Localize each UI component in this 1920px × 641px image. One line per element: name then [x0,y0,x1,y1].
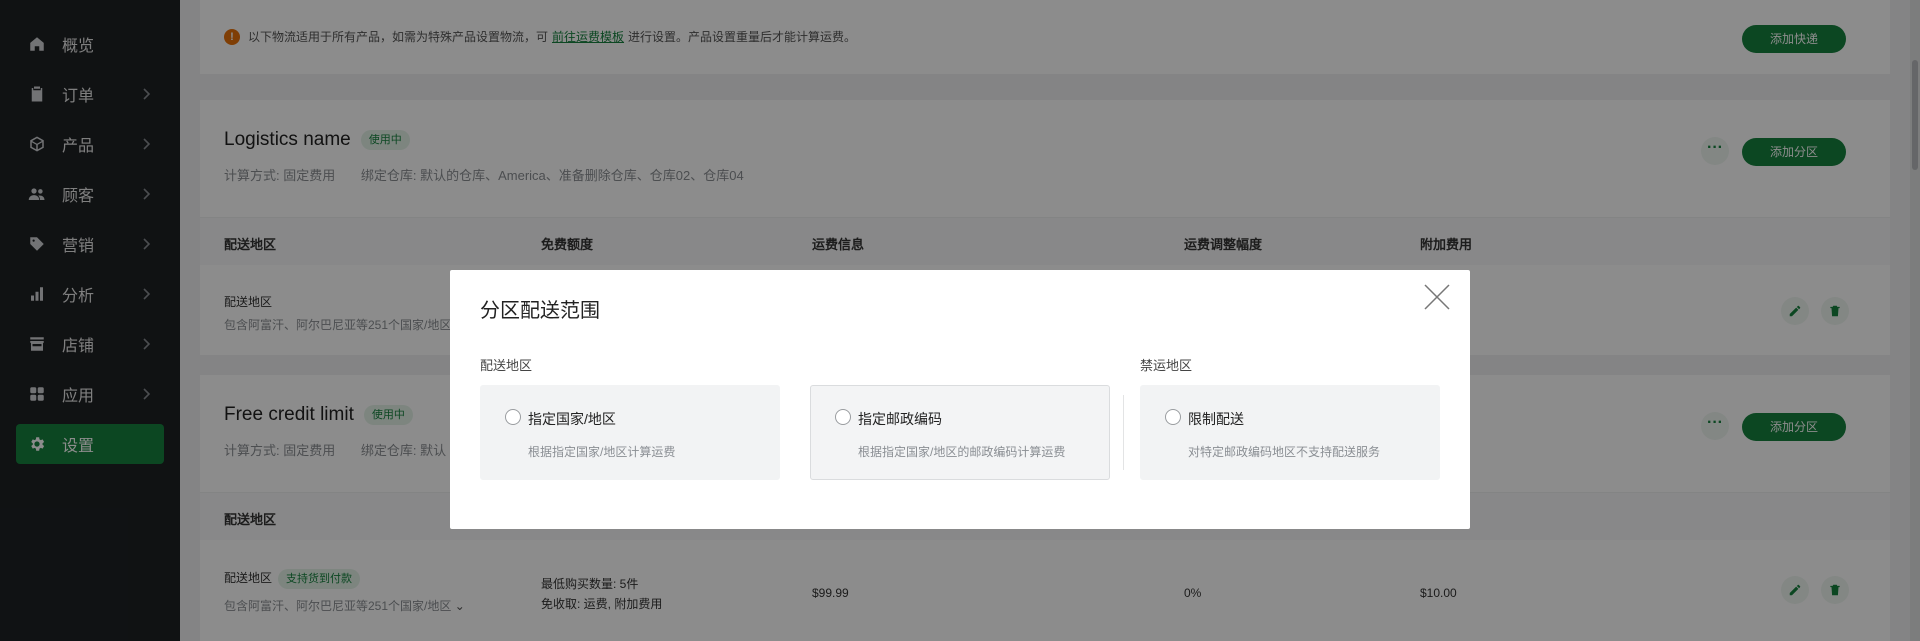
option-title: 指定邮政编码 [858,411,942,427]
option-country-region[interactable]: 指定国家/地区 根据指定国家/地区计算运费 [480,385,780,480]
option-desc: 根据指定国家/地区计算运费 [528,445,676,459]
option-postal-code[interactable]: 指定邮政编码 根据指定国家/地区的邮政编码计算运费 [810,385,1110,480]
zone-scope-modal: 分区配送范围 配送地区 禁运地区 指定国家/地区 根据指定国家/地区计算运费 指… [450,270,1470,529]
close-button[interactable] [1422,282,1452,312]
radio-button[interactable] [1165,409,1181,425]
radio-button[interactable] [835,409,851,425]
option-title: 指定国家/地区 [528,411,616,427]
close-icon [1424,284,1450,310]
modal-title: 分区配送范围 [480,300,600,322]
divider [1123,395,1124,470]
delivery-section-label: 配送地区 [480,358,533,373]
option-restrict-delivery[interactable]: 限制配送 对特定邮政编码地区不支持配送服务 [1140,385,1440,480]
option-desc: 对特定邮政编码地区不支持配送服务 [1188,445,1381,459]
option-title: 限制配送 [1188,411,1244,427]
option-desc: 根据指定国家/地区的邮政编码计算运费 [858,445,1066,459]
radio-button[interactable] [505,409,521,425]
forbidden-section-label: 禁运地区 [1140,358,1193,373]
